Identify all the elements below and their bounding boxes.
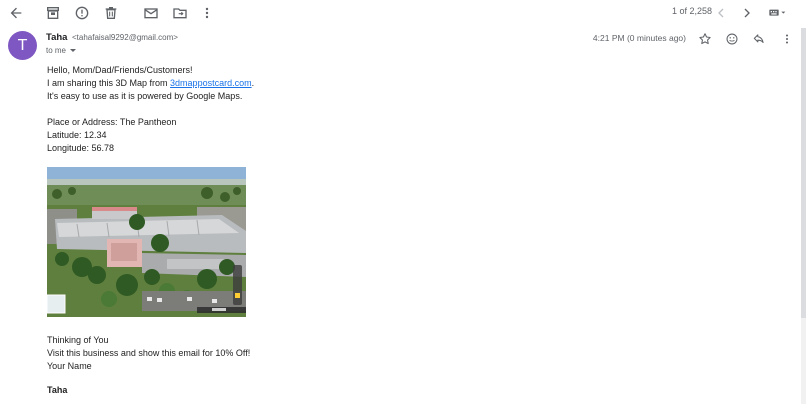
archive-icon[interactable] — [42, 2, 64, 24]
latitude-line: Latitude: 12.34 — [47, 130, 107, 140]
powered-line: It's easy to use as it is powered by Goo… — [47, 91, 243, 101]
star-icon[interactable] — [696, 30, 714, 48]
message-timestamp: 4:21 PM (0 minutes ago) — [592, 33, 686, 43]
trash-icon[interactable] — [100, 2, 122, 24]
emoji-reaction-icon[interactable] — [723, 30, 741, 48]
pagination-count: 1 of 2,258 — [671, 6, 712, 16]
mark-unread-icon[interactable] — [140, 2, 162, 24]
sender-name[interactable]: Taha — [46, 32, 67, 43]
website-link[interactable]: 3dmappostcard.com — [170, 78, 252, 88]
reply-icon[interactable] — [750, 30, 768, 48]
more-vert-icon[interactable] — [196, 2, 218, 24]
signature: Taha — [47, 385, 68, 395]
avatar[interactable]: T — [8, 31, 37, 60]
scrollbar-thumb[interactable] — [801, 28, 806, 318]
share-prefix: I am sharing this 3D Map from — [47, 78, 171, 88]
arrow-left-icon[interactable] — [5, 2, 27, 24]
to-label: to me — [46, 46, 67, 55]
chevron-right-icon[interactable] — [736, 2, 758, 24]
longitude-line: Longitude: 56.78 — [47, 143, 115, 153]
recipient-details-toggle[interactable]: to me — [46, 46, 77, 55]
map-image[interactable] — [47, 167, 246, 317]
caret-down-icon — [70, 49, 77, 52]
sender-email: <tahafaisal9292@gmail.com> — [71, 33, 178, 42]
more-vert-icon[interactable] — [778, 30, 796, 48]
sender-line: Taha <tahafaisal9292@gmail.com> — [46, 32, 178, 43]
message-toolbar: 1 of 2,258 — [0, 0, 806, 26]
share-line: I am sharing this 3D Map from 3dmappostc… — [47, 77, 254, 90]
place-line: Place or Address: The Pantheon — [47, 117, 177, 127]
greeting-line: Hello, Mom/Dad/Friends/Customers! — [47, 65, 193, 75]
your-name-line: Your Name — [47, 361, 92, 371]
keyboard-icon[interactable] — [764, 2, 792, 24]
thinking-line: Thinking of You — [47, 335, 109, 345]
report-spam-icon[interactable] — [71, 2, 93, 24]
share-suffix: . — [251, 78, 255, 88]
chevron-left-icon[interactable] — [710, 2, 732, 24]
offer-line: Visit this business and show this email … — [47, 348, 251, 358]
move-to-folder-icon[interactable] — [169, 2, 191, 24]
